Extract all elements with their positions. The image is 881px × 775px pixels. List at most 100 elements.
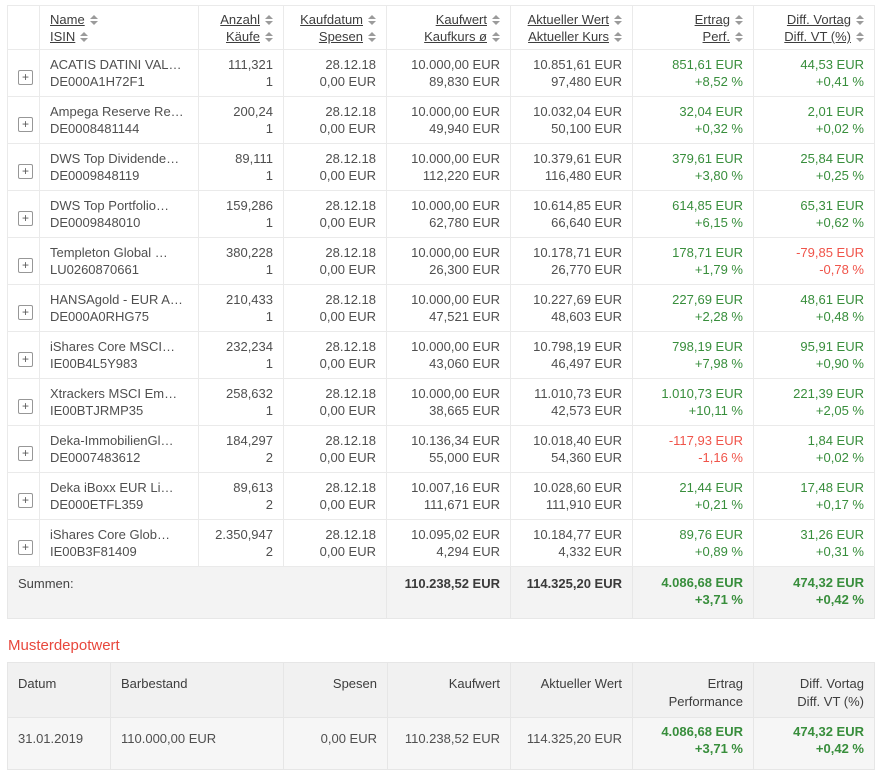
anzahl-value: 89,613 [233, 480, 273, 495]
aktueller-wert-value: 11.010,73 EUR [534, 386, 622, 401]
kaufdatum-cell: 28.12.18 0,00 EUR [283, 190, 387, 238]
kaufwert-cell: 10.000,00 EUR 43,060 EUR [386, 331, 511, 379]
anzahl-value: 111,321 [227, 57, 273, 72]
expand-cell: + [7, 190, 40, 238]
kaeufe-value: 1 [265, 262, 273, 277]
sort-arrows-icon[interactable] [492, 14, 500, 25]
diff-vortag-value: 2,01 EUR [807, 104, 864, 119]
sort-arrows-icon[interactable] [368, 31, 376, 42]
anzahl-value: 380,228 [226, 245, 273, 260]
kaeufe-value: 1 [265, 168, 273, 183]
anzahl-cell: 210,433 1 [198, 284, 284, 332]
kaufwert-cell: 10.000,00 EUR 112,220 EUR [386, 143, 511, 191]
name-cell: DWS Top Dividende… DE0009848119 [39, 143, 199, 191]
sort-kaeufe[interactable]: Käufe [226, 28, 260, 45]
expand-row-button[interactable]: + [18, 304, 33, 320]
sort-arrows-icon[interactable] [265, 31, 273, 42]
diff-vortag-cell: 1,84 EUR +0,02 % [753, 425, 875, 473]
sort-perf[interactable]: Perf. [703, 28, 730, 45]
column-header-kaufwert-kaufkurs: Kaufwert Kaufkurs ø [386, 5, 511, 50]
spesen-value: 0,00 EUR [319, 168, 376, 183]
kaufwert-cell: 110.238,52 EUR [387, 717, 511, 770]
aktueller-kurs-value: 46,497 EUR [551, 356, 622, 371]
expand-row-button[interactable]: + [18, 539, 33, 555]
sort-name[interactable]: Name [50, 11, 85, 28]
diff-vt-value: +0,90 % [815, 356, 864, 371]
fund-name: ACATIS DATINI VAL… [50, 57, 182, 72]
ertrag-value: -117,93 EUR [668, 433, 743, 448]
sort-kaufdatum[interactable]: Kaufdatum [300, 11, 363, 28]
anzahl-value: 2.350,947 [215, 527, 273, 542]
sort-arrows-icon[interactable] [614, 14, 622, 25]
sort-arrows-icon[interactable] [368, 14, 376, 25]
sort-arrows-icon[interactable] [89, 14, 98, 25]
sort-arrows-icon[interactable] [80, 31, 89, 42]
expand-row-button[interactable]: + [18, 116, 33, 132]
ertrag-cell: 614,85 EUR +6,15 % [632, 190, 754, 238]
sort-diff-vt-pct[interactable]: Diff. VT (%) [784, 28, 851, 45]
spesen-value: 0,00 EUR [319, 497, 376, 512]
aktueller-kurs-value: 54,360 EUR [551, 450, 622, 465]
sort-spesen[interactable]: Spesen [319, 28, 363, 45]
fund-name: Deka-ImmobilienGl… [50, 433, 174, 448]
fund-isin: DE000ETFL359 [50, 497, 144, 512]
sort-arrows-icon[interactable] [735, 14, 743, 25]
aktueller-wert-value: 10.184,77 EUR [533, 527, 622, 542]
kaufkurs-value: 55,000 EUR [429, 450, 500, 465]
sort-arrows-icon[interactable] [735, 31, 743, 42]
performance-value: +3,71 % [694, 740, 743, 756]
portfolio-table-header: Name ISIN Anzahl Käufe Kaufdatum Spesen … [7, 5, 875, 50]
plus-icon: + [21, 398, 29, 413]
kaufwert-value: 10.000,00 EUR [411, 57, 500, 72]
ertrag-performance-cell: 4.086,68 EUR +3,71 % [632, 717, 754, 770]
sort-arrows-icon[interactable] [614, 31, 622, 42]
sort-arrows-icon[interactable] [856, 31, 864, 42]
ertrag-value: 379,61 EUR [672, 151, 743, 166]
sort-kaufkurs[interactable]: Kaufkurs ø [424, 28, 487, 45]
kaufwert-cell: 10.007,16 EUR 111,671 EUR [386, 472, 511, 520]
expand-row-button[interactable]: + [18, 163, 33, 179]
perf-value: +0,89 % [694, 544, 743, 559]
expand-row-button[interactable]: + [18, 257, 33, 273]
name-cell: DWS Top Portfolio… DE0009848010 [39, 190, 199, 238]
ertrag-value: 614,85 EUR [672, 198, 743, 213]
column-header-anzahl-kaeufe: Anzahl Käufe [198, 5, 284, 50]
sort-aktueller-kurs[interactable]: Aktueller Kurs [528, 28, 609, 45]
spesen-value: 0,00 EUR [319, 74, 376, 89]
diff-vortag-cell: 31,26 EUR +0,31 % [753, 519, 875, 567]
aktueller-kurs-value: 42,573 EUR [551, 403, 622, 418]
sort-isin[interactable]: ISIN [50, 28, 75, 45]
sort-diff-vortag[interactable]: Diff. Vortag [787, 11, 851, 28]
kaufwert-value: 10.000,00 EUR [411, 198, 500, 213]
sort-ertrag[interactable]: Ertrag [695, 11, 730, 28]
sort-aktueller-wert[interactable]: Aktueller Wert [528, 11, 609, 28]
expand-row-button[interactable]: + [18, 69, 33, 85]
kaufkurs-value: 47,521 EUR [429, 309, 500, 324]
totals-perf-value: +3,71 % [694, 591, 743, 607]
sort-arrows-icon[interactable] [265, 14, 273, 25]
anzahl-value: 159,286 [226, 198, 273, 213]
expand-row-button[interactable]: + [18, 351, 33, 367]
aktueller-wert-cell: 114.325,20 EUR [510, 717, 633, 770]
expand-cell: + [7, 519, 40, 567]
expand-row-button[interactable]: + [18, 210, 33, 226]
aktueller-wert-cell: 10.032,04 EUR 50,100 EUR [510, 96, 633, 144]
fund-isin: IE00B3F81409 [50, 544, 137, 559]
fund-name: Ampega Reserve Re… [50, 104, 184, 119]
kaufwert-value: 10.095,02 EUR [411, 527, 500, 542]
expand-row-button[interactable]: + [18, 398, 33, 414]
sort-kaufwert[interactable]: Kaufwert [436, 11, 487, 28]
expand-row-button[interactable]: + [18, 492, 33, 508]
sort-arrows-icon[interactable] [492, 31, 500, 42]
column-header-diff-vortag: Diff. Vortag Diff. VT (%) [753, 5, 875, 50]
ertrag-cell: 21,44 EUR +0,21 % [632, 472, 754, 520]
perf-value: +8,52 % [694, 74, 743, 89]
expand-row-button[interactable]: + [18, 445, 33, 461]
sort-anzahl[interactable]: Anzahl [220, 11, 260, 28]
diff-vt-value: +0,02 % [815, 450, 864, 465]
sort-arrows-icon[interactable] [856, 14, 864, 25]
aktueller-kurs-value: 48,603 EUR [551, 309, 622, 324]
kaufkurs-value: 26,300 EUR [429, 262, 500, 277]
diff-vt-value: +0,25 % [815, 168, 864, 183]
anzahl-cell: 232,234 1 [198, 331, 284, 379]
